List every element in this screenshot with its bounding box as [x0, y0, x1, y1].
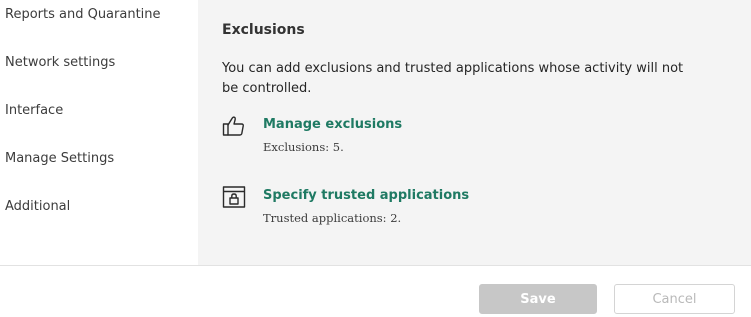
manage-exclusions-link[interactable]: Manage exclusions [263, 117, 402, 132]
save-button[interactable]: Save [479, 284, 597, 314]
sidebar-item-additional[interactable]: Additional [5, 199, 70, 214]
locked-window-icon [222, 185, 246, 209]
sidebar-item-interface[interactable]: Interface [5, 103, 63, 118]
section-title: Exclusions [222, 22, 305, 38]
cancel-button[interactable]: Cancel [614, 284, 735, 314]
exclusions-panel: Exclusions You can add exclusions and tr… [198, 0, 751, 265]
section-description: You can add exclusions and trusted appli… [222, 61, 684, 96]
trusted-applications-count: Trusted applications: 2. [263, 211, 402, 225]
sidebar-item-reports-and-quarantine[interactable]: Reports and Quarantine [5, 7, 161, 22]
settings-sidebar: Reports and Quarantine Network settings … [0, 0, 198, 265]
sidebar-item-manage-settings[interactable]: Manage Settings [5, 151, 114, 166]
thumbs-up-icon [222, 114, 246, 138]
specify-trusted-applications-link[interactable]: Specify trusted applications [263, 188, 469, 203]
sidebar-item-network-settings[interactable]: Network settings [5, 55, 115, 70]
settings-window: Reports and Quarantine Network settings … [0, 0, 751, 317]
dialog-footer: Save Cancel [0, 265, 751, 317]
exclusions-count: Exclusions: 5. [263, 140, 344, 154]
